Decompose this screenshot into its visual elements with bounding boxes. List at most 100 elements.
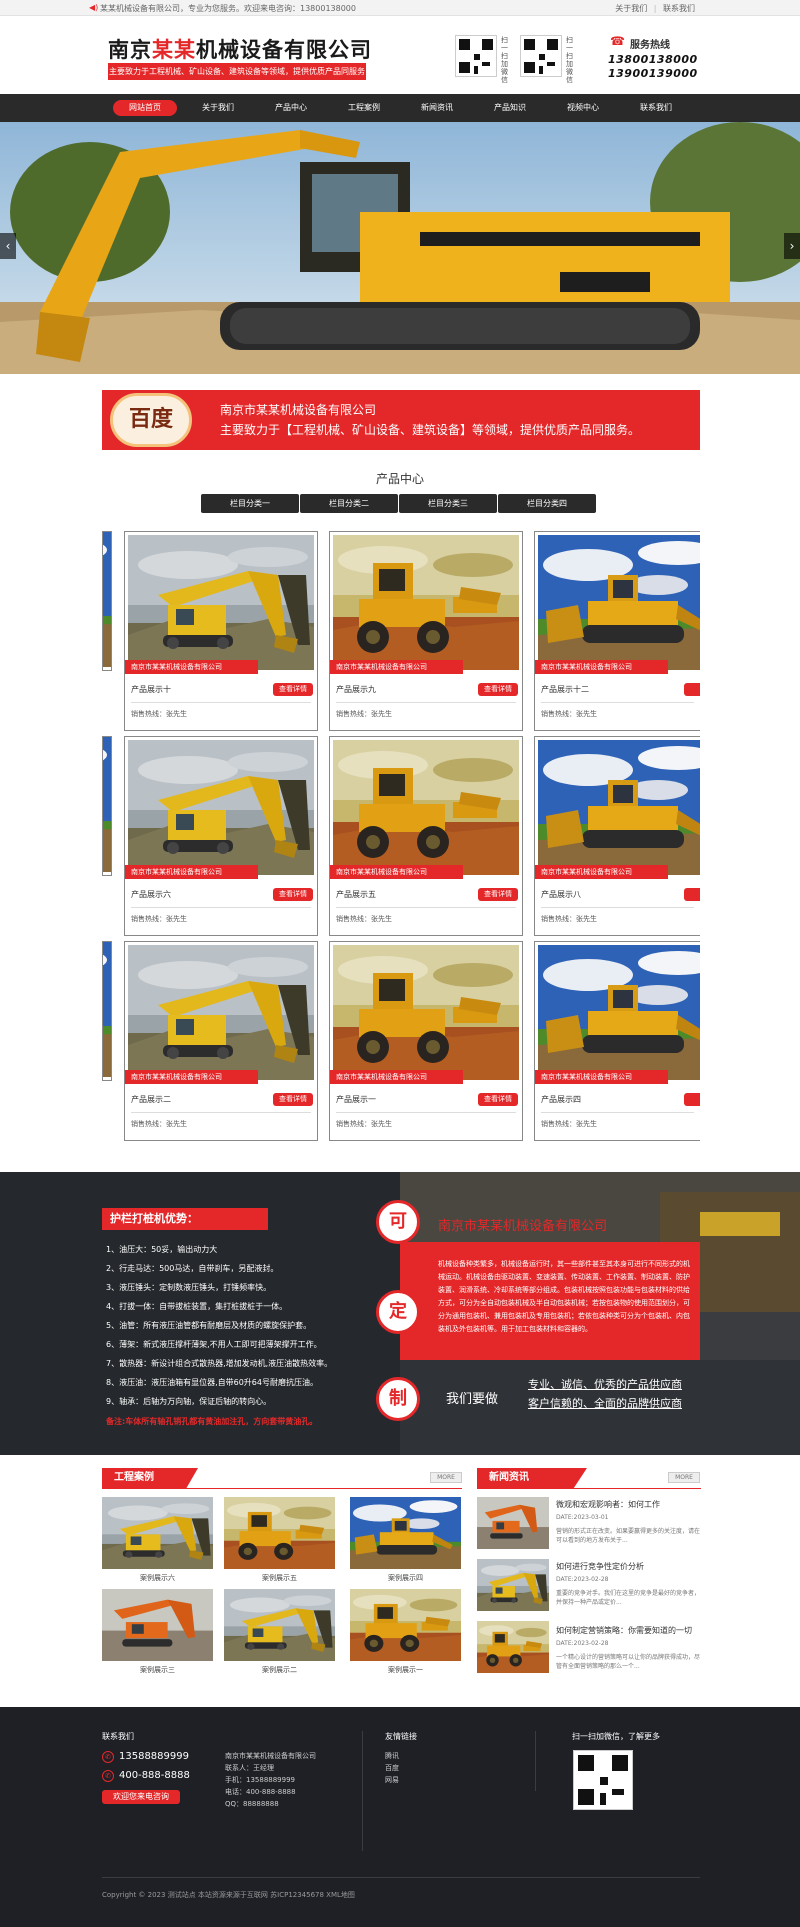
product-card[interactable]: 南京市某某机械设备有限公司 产品展示一 查看详情 销售热线：张先生 (329, 941, 523, 1141)
nav-about[interactable]: 关于我们 (186, 100, 250, 116)
advantage-item: 8、液压油：液压油箱有显位器,自带60升64号耐磨抗压油。 (106, 1378, 318, 1387)
nav-contact[interactable]: 联系我们 (624, 100, 688, 116)
divider (131, 1112, 311, 1113)
view-details-button[interactable]: 查看详情 (478, 683, 518, 696)
category-tab-3[interactable]: 栏目分类三 (399, 494, 497, 513)
banner-next-button[interactable]: › (784, 233, 800, 259)
view-details-button[interactable]: 查看详情 (478, 1093, 518, 1106)
product-name[interactable]: 产品展示八 (541, 889, 581, 900)
view-details-button[interactable] (684, 683, 700, 696)
case-caption[interactable]: 案例展示五 (224, 1573, 335, 1583)
logo-text-1: 南京 (108, 38, 152, 62)
product-card[interactable]: 南京市某某机械设备有限公司 产品展示六 查看详情 销售热线：张先生 (124, 736, 318, 936)
view-details-button[interactable]: 查看详情 (273, 888, 313, 901)
news-item-title[interactable]: 如何进行竞争性定价分析 (556, 1561, 644, 1572)
phone-icon: ✆ (102, 1770, 114, 1782)
product-name[interactable]: 产品展示五 (336, 889, 376, 900)
case-image[interactable] (350, 1589, 461, 1661)
product-name[interactable]: 产品展示十二 (541, 684, 589, 695)
news-item-title[interactable]: 微观和宏观影响者：如何工作 (556, 1499, 660, 1510)
product-card[interactable]: 南京市某某机械设备有限公司 产品展示五 查看详情 销售热线：张先生 (329, 736, 523, 936)
top-link-contact[interactable]: 联系我们 (663, 4, 695, 13)
product-image (538, 535, 700, 670)
news-more-button[interactable]: MORE (668, 1472, 700, 1483)
logo-text-2: 某某 (152, 38, 196, 62)
case-caption[interactable]: 案例展示三 (102, 1665, 213, 1675)
nav-knowledge[interactable]: 产品知识 (478, 100, 542, 116)
product-name[interactable]: 产品展示六 (131, 889, 171, 900)
product-card[interactable]: 南京市某某机械设备有限公司 产品展示九 查看详情 销售热线：张先生 (329, 531, 523, 731)
product-card[interactable]: 南京市某某机械设备有限公司 产品展示四 销售热线：张先生 (534, 941, 700, 1141)
nav-cases[interactable]: 工程案例 (332, 100, 396, 116)
product-name[interactable]: 产品展示二 (131, 1094, 171, 1105)
category-tab-2[interactable]: 栏目分类二 (300, 494, 398, 513)
view-details-button[interactable]: 查看详情 (273, 1093, 313, 1106)
case-image[interactable] (224, 1589, 335, 1661)
case-image[interactable] (102, 1589, 213, 1661)
case-image[interactable] (102, 1497, 213, 1569)
product-image (128, 535, 314, 670)
top-link-about[interactable]: 关于我们 (615, 4, 647, 13)
product-card[interactable]: 南京市某某机械设备有限公司 产品展示二 查看详情 销售热线：张先生 (124, 941, 318, 1141)
nav-home[interactable]: 网站首页 (113, 100, 177, 116)
product-sales-line: 销售热线：张先生 (336, 915, 392, 923)
case-caption[interactable]: 案例展示二 (224, 1665, 335, 1675)
cases-more-button[interactable]: MORE (430, 1472, 462, 1483)
divider (336, 907, 516, 908)
product-company-tag: 南京市某某机械设备有限公司 (125, 865, 258, 879)
advantage-item: 5、油管：所有液压油管都有耐磨层及材质的螺旋保护套。 (106, 1321, 312, 1330)
product-sales-line: 销售热线：张先生 (336, 710, 392, 718)
footer-link[interactable]: 网易 (385, 1775, 399, 1785)
we-do-label: 我们要做 (446, 1392, 499, 1407)
product-name[interactable]: 产品展示四 (541, 1094, 581, 1105)
advantage-item: 2、行走马达：500马达，自带刹车，另配液封。 (106, 1264, 279, 1273)
news-item-date: DATE:2023-03-01 (556, 1514, 609, 1521)
banner-prev-button[interactable]: ‹ (0, 233, 16, 259)
product-card[interactable]: 南京市某某机械设备有限公司 产品展示十二 销售热线：张先生 (534, 531, 700, 731)
case-caption[interactable]: 案例展示一 (350, 1665, 461, 1675)
nav-products[interactable]: 产品中心 (259, 100, 323, 116)
qr-caption-2: 扫一扫加微信 (566, 36, 573, 84)
product-name[interactable]: 产品展示一 (336, 1094, 376, 1105)
product-name[interactable]: 产品展示九 (336, 684, 376, 695)
footer-link[interactable]: 百度 (385, 1763, 399, 1773)
nav-news[interactable]: 新闻资讯 (405, 100, 469, 116)
product-sales-line: 销售热线：张先生 (131, 1120, 187, 1128)
footer-links-title: 友情链接 (385, 1732, 417, 1741)
category-tab-1[interactable]: 栏目分类一 (201, 494, 299, 513)
news-item-title[interactable]: 如何制定营销策略：你需要知道的一切 (556, 1625, 692, 1636)
consult-button[interactable]: 欢迎您来电咨询 (102, 1790, 180, 1804)
copyright-text: Copyright © 2023 测试站点 本站资源来源于互联网 苏ICP123… (102, 1891, 355, 1899)
baidu-badge: 百度 (110, 393, 192, 447)
footer-phone-1: 13588889999 (119, 1751, 189, 1762)
product-card[interactable]: 南京市某某机械设备有限公司 产品展示八 销售热线：张先生 (534, 736, 700, 936)
case-image[interactable] (224, 1497, 335, 1569)
badge-ke: 可 (376, 1200, 420, 1244)
news-thumbnail[interactable] (477, 1497, 549, 1549)
news-thumbnail[interactable] (477, 1621, 549, 1673)
case-caption[interactable]: 案例展示六 (102, 1573, 213, 1583)
footer-link[interactable]: 腾讯 (385, 1751, 399, 1761)
phone-icon: ☎ (610, 34, 625, 48)
divider (541, 907, 694, 908)
qr-code-1 (455, 35, 497, 77)
product-card[interactable]: 南京市某某机械设备有限公司 产品展示十 查看详情 销售热线：张先生 (124, 531, 318, 731)
view-details-button[interactable]: 查看详情 (273, 683, 313, 696)
case-caption[interactable]: 案例展示四 (350, 1573, 461, 1583)
category-tab-4[interactable]: 栏目分类四 (498, 494, 596, 513)
news-thumbnail[interactable] (477, 1559, 549, 1611)
footer-info-contact: 联系人：王经理 (225, 1764, 274, 1772)
news-title: 新闻资讯 (477, 1468, 587, 1488)
view-details-button[interactable] (684, 1093, 700, 1106)
view-details-button[interactable] (684, 888, 700, 901)
product-name[interactable]: 产品展示十 (131, 684, 171, 695)
advantages-section: 护栏打桩机优势： 1、油压大：50妥，输出动力大 2、行走马达：500马达，自带… (0, 1172, 800, 1455)
nav-video[interactable]: 视频中心 (551, 100, 615, 116)
case-image[interactable] (350, 1497, 461, 1569)
product-image (333, 740, 519, 875)
product-sales-line: 销售热线：张先生 (541, 1120, 597, 1128)
site-logo[interactable]: 南京某某机械设备有限公司 (108, 34, 372, 64)
view-details-button[interactable]: 查看详情 (478, 888, 518, 901)
footer-divider (535, 1731, 536, 1791)
top-links: 关于我们 | 联系我们 (615, 4, 695, 13)
